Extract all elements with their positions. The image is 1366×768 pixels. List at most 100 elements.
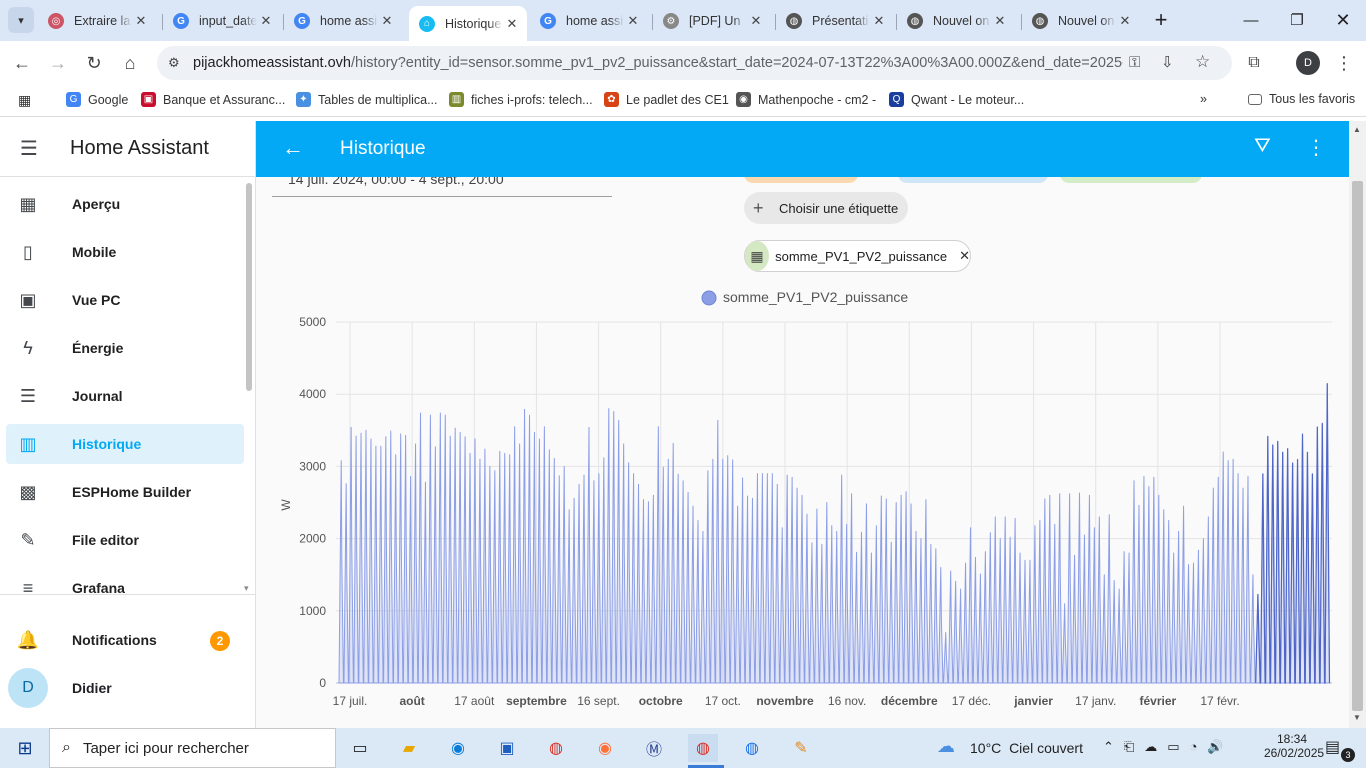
firefox-icon[interactable]: ◉ bbox=[590, 734, 620, 762]
sidebar-scrollbar[interactable] bbox=[246, 183, 252, 391]
browser-tab[interactable]: ⚙ [PDF] Un ✕ bbox=[653, 7, 771, 35]
address-toolbar: ← → ↻ ⌂ ⚙ pijackhomeassistant.ovh/histor… bbox=[0, 41, 1366, 85]
user-avatar[interactable]: D bbox=[8, 668, 48, 708]
install-app-icon[interactable]: ⇩ bbox=[1161, 53, 1174, 71]
system-tray-icons[interactable]: ⌃⎗☁▭◔🔊 bbox=[1103, 739, 1234, 755]
browser-tab[interactable]: ◍ Nouvel on ✕ bbox=[897, 7, 1015, 35]
browser-tab[interactable]: Ghome assis ✕ bbox=[284, 7, 402, 35]
browser-tab[interactable]: ◍ Présentati ✕ bbox=[776, 7, 894, 35]
url-host: pijackhomeassistant.ovh bbox=[193, 55, 351, 71]
sidebar-item-mobile[interactable]: ▯ Mobile bbox=[6, 232, 244, 272]
bookmark-item[interactable]: ▣ Banque et Assuranc... bbox=[141, 92, 285, 107]
sidebar-item-vue-pc[interactable]: ▣ Vue PC bbox=[6, 280, 244, 320]
bookmark-item[interactable]: G Google bbox=[66, 92, 128, 107]
tab-title: Extraire la bbox=[74, 14, 131, 28]
scroll-down-icon[interactable]: ▾ bbox=[244, 583, 249, 594]
store-icon[interactable]: ▣ bbox=[492, 734, 522, 762]
taskbar-search[interactable]: ⌕ Taper ici pour rechercher bbox=[49, 728, 336, 768]
scroll-up-icon[interactable]: ▲ bbox=[1353, 125, 1361, 134]
sidebar-item-grafana[interactable]: ≡ Grafana bbox=[6, 568, 244, 608]
pdf-icon: ⚙ bbox=[663, 13, 679, 29]
page-scrollbar[interactable]: ▲ ▼ bbox=[1349, 121, 1366, 728]
maximize-button[interactable]: ❐ bbox=[1274, 0, 1320, 40]
chrome-taskbar-icon[interactable]: ◍ bbox=[541, 734, 571, 762]
bookmark-item[interactable]: ▥ fiches i-profs: telech... bbox=[449, 92, 593, 107]
bookmark-item[interactable]: ✿ Le padlet des CE1 bbox=[604, 92, 729, 107]
sidebar-item-aper-u[interactable]: ▦ Aperçu bbox=[6, 184, 244, 224]
bookmark-item[interactable]: ✦ Tables de multiplica... bbox=[296, 92, 438, 107]
clear-filter-icon[interactable]: ⛛ bbox=[1254, 135, 1271, 158]
close-tab-icon[interactable]: ✕ bbox=[747, 13, 765, 29]
close-tab-icon[interactable]: ✕ bbox=[1116, 13, 1134, 29]
overflow-menu-icon[interactable]: ⋮ bbox=[1306, 135, 1326, 160]
minimize-button[interactable]: — bbox=[1228, 0, 1274, 40]
close-tab-icon[interactable]: ✕ bbox=[378, 13, 396, 29]
home-icon[interactable]: ⌂ bbox=[116, 49, 144, 77]
scrollbar-thumb[interactable] bbox=[1352, 181, 1363, 711]
sidebar-item-esphome-builder[interactable]: ▩ ESPHome Builder bbox=[6, 472, 244, 512]
home-assistant-icon: ⌂ bbox=[419, 15, 435, 32]
paint-icon[interactable]: ✎ bbox=[786, 734, 816, 762]
apps-grid-icon[interactable]: ▦ bbox=[18, 92, 31, 109]
profile-avatar[interactable]: D bbox=[1296, 51, 1320, 75]
tab-search-dropdown-icon[interactable]: ▾ bbox=[8, 7, 34, 33]
list-icon: ☰ bbox=[19, 385, 37, 406]
browser-menu-icon[interactable]: ⋮ bbox=[1330, 49, 1358, 77]
browser-tab[interactable]: ◍ Nouvel on ✕ bbox=[1022, 7, 1140, 35]
sidebar-item-file-editor[interactable]: ✎ File editor bbox=[6, 520, 244, 560]
extensions-icon[interactable]: ⧉ bbox=[1240, 49, 1268, 77]
bookmarks-bar: ▦ G Google ▣ Banque et Assuranc... ✦ Tables d… bbox=[0, 85, 1366, 117]
file-explorer-icon[interactable]: ▰ bbox=[394, 734, 424, 762]
all-bookmarks-folder[interactable]: Tous les favoris bbox=[1248, 92, 1355, 106]
chrome-icon: ◍ bbox=[907, 13, 923, 29]
forward-icon[interactable]: → bbox=[44, 49, 72, 77]
bookmark-item[interactable]: Q Qwant - Le moteur... bbox=[889, 92, 1024, 107]
chrome-profile2-icon[interactable]: ◍ bbox=[737, 734, 767, 762]
sidebar-item-label: Historique bbox=[72, 436, 142, 452]
reload-icon[interactable]: ↻ bbox=[80, 49, 108, 77]
notifications-item[interactable]: 🔔 Notifications bbox=[6, 620, 244, 660]
clock[interactable]: 18:34 26/02/2025 bbox=[1264, 732, 1324, 760]
close-window-button[interactable]: ✕ bbox=[1320, 0, 1366, 40]
chrome-profile-icon[interactable]: ◍ bbox=[688, 734, 718, 762]
x-tick-label: janvier bbox=[1013, 694, 1053, 708]
bookmark-item[interactable]: ◉ Mathenpoche - cm2 - bbox=[736, 92, 876, 107]
browser-tab[interactable]: Ginput_date ✕ bbox=[163, 7, 281, 35]
omnibox[interactable]: ⚙ pijackhomeassistant.ovh/history?entity… bbox=[157, 46, 1232, 80]
bookmark-favicon-icon: ◉ bbox=[736, 92, 751, 107]
close-tab-icon[interactable]: ✕ bbox=[257, 13, 275, 29]
sidebar-item-label: Aperçu bbox=[72, 196, 121, 212]
ha-icon: ◎ bbox=[48, 13, 64, 29]
weather-widget[interactable]: 10°C Ciel couvert bbox=[970, 740, 1083, 756]
history-chart[interactable]: somme_PV1_PV2_puissance 0 1000 2000 3000 4000… bbox=[256, 177, 1349, 728]
app-m-icon[interactable]: Ⓜ bbox=[639, 734, 669, 762]
browser-tab[interactable]: ⌂ Historique ✕ bbox=[409, 6, 527, 41]
sidebar-item-historique[interactable]: ▥ Historique bbox=[6, 424, 244, 464]
bookmark-favicon-icon: ▣ bbox=[141, 92, 156, 107]
close-tab-icon[interactable]: ✕ bbox=[991, 13, 1009, 29]
url-text[interactable]: pijackhomeassistant.ovh/history?entity_i… bbox=[193, 55, 1123, 71]
browser-tab[interactable]: ◎ Extraire la ✕ bbox=[38, 7, 156, 35]
close-tab-icon[interactable]: ✕ bbox=[132, 13, 150, 29]
sidebar-item--nergie[interactable]: ϟ Énergie bbox=[6, 328, 244, 368]
close-tab-icon[interactable]: ✕ bbox=[624, 13, 642, 29]
edge-icon[interactable]: ◉ bbox=[443, 734, 473, 762]
site-info-icon[interactable]: ⚙ bbox=[168, 55, 180, 71]
scroll-down-arrow-icon[interactable]: ▼ bbox=[1353, 713, 1361, 722]
close-tab-icon[interactable]: ✕ bbox=[870, 13, 888, 29]
notifications-label: Notifications bbox=[72, 632, 157, 648]
user-name[interactable]: Didier bbox=[72, 680, 112, 696]
more-bookmarks-icon[interactable]: » bbox=[1200, 92, 1207, 106]
action-center-icon[interactable]: ▤ bbox=[1325, 737, 1340, 757]
browser-tab[interactable]: Ghome assis ✕ bbox=[530, 7, 648, 35]
back-arrow-icon[interactable]: ← bbox=[282, 135, 304, 161]
back-icon[interactable]: ← bbox=[8, 49, 36, 77]
new-tab-button[interactable]: + bbox=[1138, 0, 1184, 40]
key-icon[interactable]: ⚿ bbox=[1129, 54, 1140, 71]
task-view-icon[interactable]: ▭ bbox=[345, 734, 375, 762]
windows-start-icon[interactable]: ⊞ bbox=[10, 734, 40, 762]
sidebar-item-journal[interactable]: ☰ Journal bbox=[6, 376, 244, 416]
close-tab-icon[interactable]: ✕ bbox=[503, 16, 521, 32]
bookmark-star-icon[interactable]: ☆ bbox=[1195, 52, 1210, 72]
menu-collapse-icon[interactable]: ☰ bbox=[16, 136, 42, 161]
